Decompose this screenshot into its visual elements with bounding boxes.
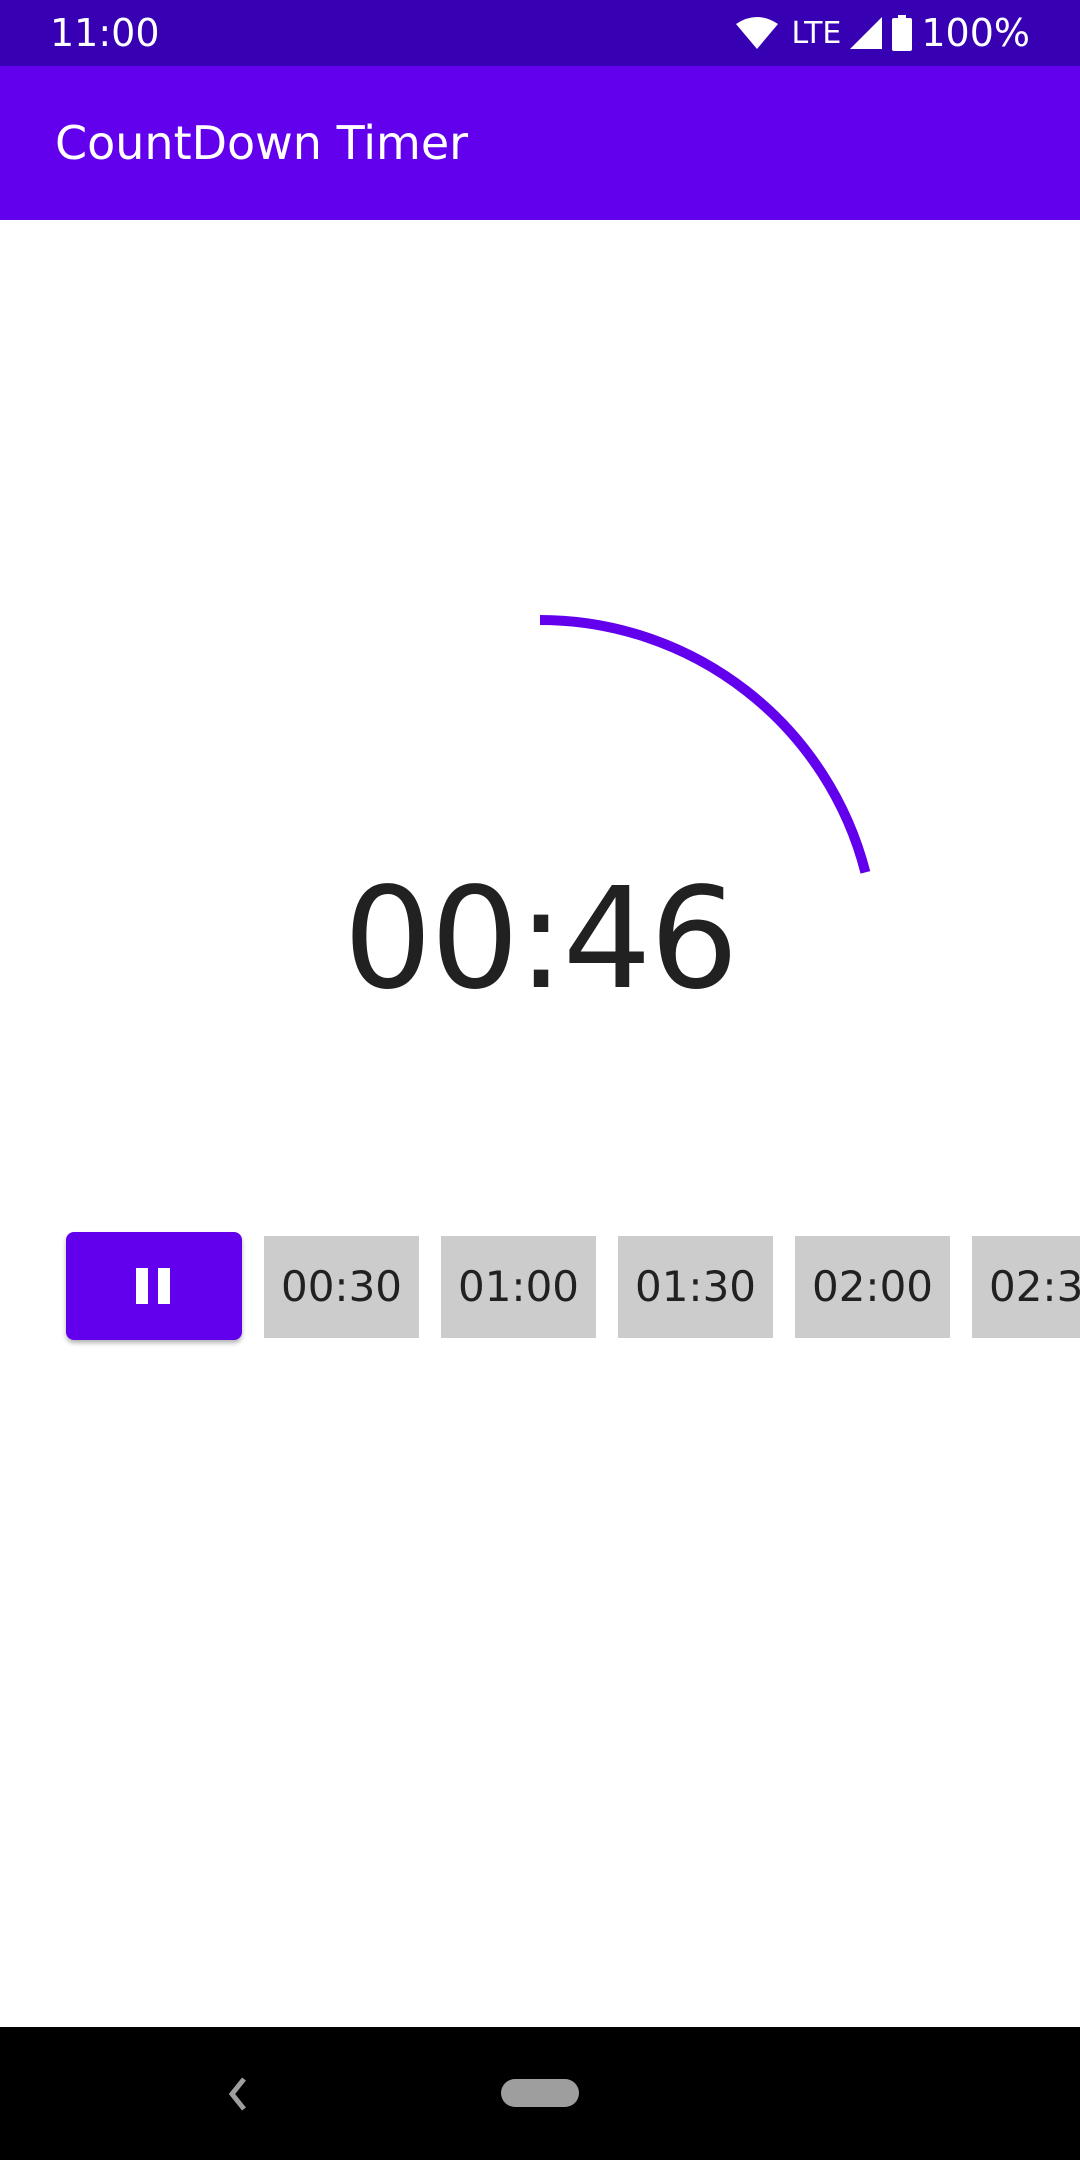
app-title: CountDown Timer bbox=[55, 116, 469, 170]
battery-percent: 100% bbox=[921, 11, 1030, 55]
screen: 11:00 LTE 100% CountDown Timer 00:46 00:… bbox=[0, 0, 1080, 2160]
status-time: 11:00 bbox=[50, 11, 160, 55]
preset-button-02-00[interactable]: 02:00 bbox=[795, 1236, 950, 1338]
back-icon[interactable] bbox=[222, 2069, 252, 2119]
battery-icon bbox=[892, 15, 913, 51]
app-bar: CountDown Timer bbox=[0, 66, 1080, 220]
home-pill[interactable] bbox=[501, 2079, 579, 2107]
timer-display: 00:46 bbox=[0, 220, 1080, 1220]
status-icons: LTE 100% bbox=[735, 10, 1030, 56]
wifi-icon bbox=[736, 17, 779, 49]
signal-icon bbox=[850, 17, 883, 49]
preset-button-01-30[interactable]: 01:30 bbox=[618, 1236, 773, 1338]
preset-button-02-30[interactable]: 02:30 bbox=[972, 1236, 1080, 1338]
timer-remaining: 00:46 bbox=[343, 858, 738, 1021]
status-bar: 11:00 LTE 100% bbox=[0, 0, 1080, 66]
network-type: LTE bbox=[791, 15, 842, 51]
preset-button-01-00[interactable]: 01:00 bbox=[441, 1236, 596, 1338]
controls-row: 00:30 01:00 01:30 02:00 02:30 bbox=[0, 1230, 1080, 1350]
nav-bar bbox=[0, 2027, 1080, 2160]
timer-progress-ring bbox=[539, 615, 871, 874]
preset-button-00-30[interactable]: 00:30 bbox=[264, 1236, 419, 1338]
timer-progress-arc bbox=[539, 615, 871, 874]
pause-button[interactable] bbox=[66, 1232, 242, 1340]
pause-icon bbox=[136, 1268, 172, 1304]
